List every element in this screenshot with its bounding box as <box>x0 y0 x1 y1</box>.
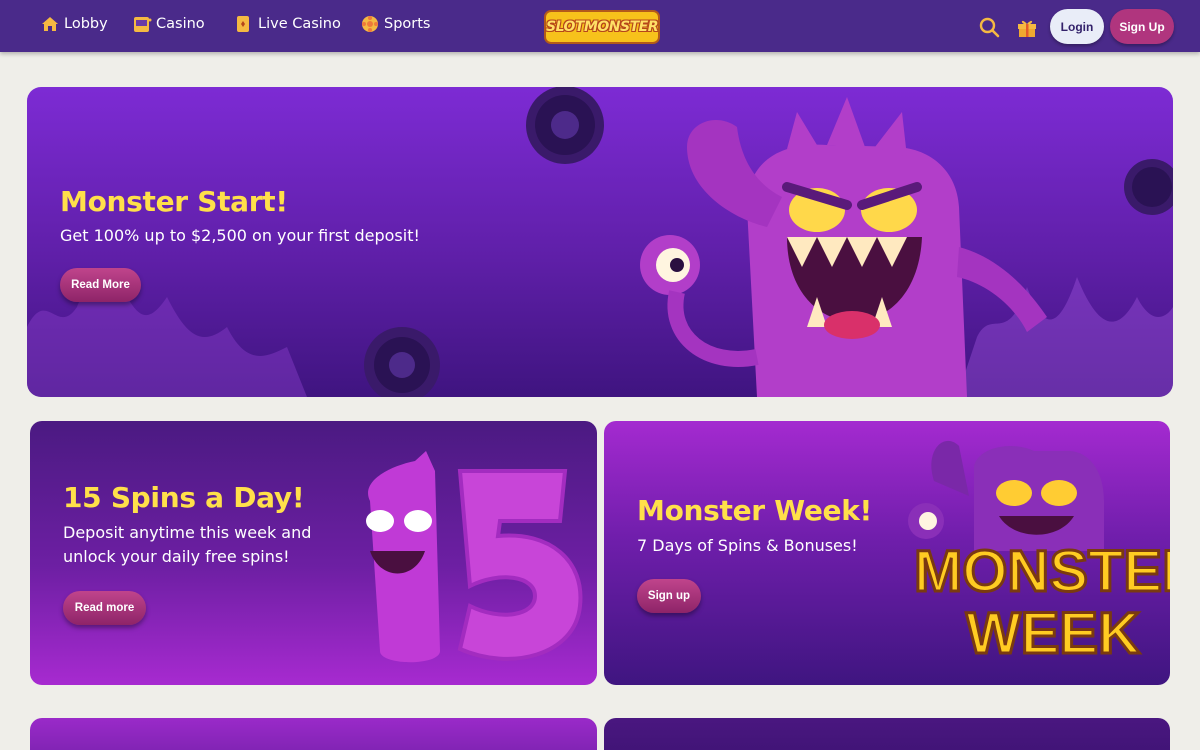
promo-card-partial-right[interactable] <box>604 718 1170 750</box>
nav-item-casino[interactable]: Casino <box>132 14 205 34</box>
slot-machine-icon <box>132 14 152 34</box>
nav-label-live-casino: Live Casino <box>258 16 341 32</box>
hero-banner[interactable]: Monster Start! Get 100% up to $2,500 on … <box>27 87 1173 397</box>
monster-week-art-line1: MONSTER <box>914 539 1170 604</box>
signup-button[interactable]: Sign Up <box>1110 9 1174 44</box>
monster-week-art-line2: WEEK <box>966 601 1140 666</box>
nav-label-lobby: Lobby <box>64 16 108 32</box>
nav-item-sports[interactable]: Sports <box>360 14 430 34</box>
monster-week-text: 7 Days of Spins & Bonuses! <box>637 536 858 555</box>
top-nav: Lobby Casino Live Casino Sports SLOTMONS… <box>0 0 1200 52</box>
promo-card-monster-week[interactable]: MONSTER WEEK Monster Week! 7 Days of Spi… <box>604 421 1170 685</box>
hero-text: Get 100% up to $2,500 on your first depo… <box>60 226 420 245</box>
hero-read-more-button[interactable]: Read More <box>60 268 141 302</box>
login-button[interactable]: Login <box>1050 9 1104 44</box>
ball-icon <box>360 14 380 34</box>
slotmonster-logo[interactable]: SLOTMONSTER <box>544 10 660 44</box>
spins-text-line2: unlock your daily free spins! <box>63 547 290 566</box>
spins-read-more-button[interactable]: Read more <box>63 591 146 625</box>
nav-label-casino: Casino <box>156 16 205 32</box>
nav-label-sports: Sports <box>384 16 431 32</box>
spins-text-line1: Deposit anytime this week and <box>63 523 312 542</box>
nav-item-lobby[interactable]: Lobby <box>40 14 108 34</box>
monster-week-title: Monster Week! <box>637 494 872 527</box>
cards-icon <box>234 14 254 34</box>
gift-icon[interactable] <box>1016 16 1038 38</box>
promo-card-partial-left[interactable] <box>30 718 597 750</box>
search-icon[interactable] <box>978 16 1000 38</box>
nav-item-live-casino[interactable]: Live Casino <box>234 14 341 34</box>
hero-title: Monster Start! <box>60 185 288 218</box>
home-icon <box>40 14 60 34</box>
monster-week-signup-button[interactable]: Sign up <box>637 579 701 613</box>
promo-card-spins[interactable]: 15 Spins a Day! Deposit anytime this wee… <box>30 421 597 685</box>
spins-title: 15 Spins a Day! <box>63 481 305 514</box>
